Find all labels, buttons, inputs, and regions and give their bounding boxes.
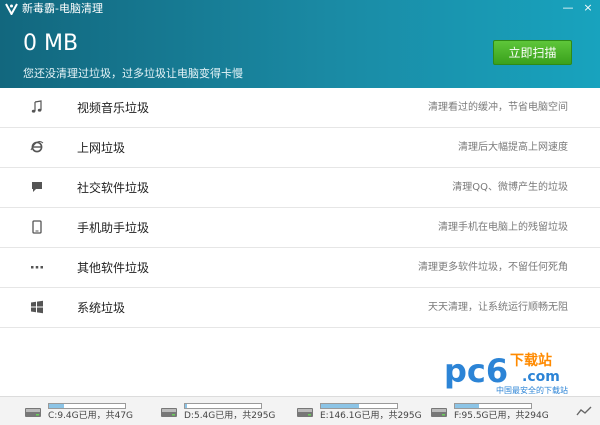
disk-usage-bar: [48, 403, 126, 409]
category-item-video-music[interactable]: 视频音乐垃圾 清理看过的缓冲，节省电脑空间: [0, 88, 600, 128]
category-label: 上网垃圾: [77, 141, 126, 155]
disk-status-bar: C:9.4G已用，共47G D:5.4G已用，共295G E:146.1G已用，…: [0, 396, 600, 425]
category-label: 社交软件垃圾: [77, 181, 150, 195]
disk-usage-fill: [185, 404, 187, 408]
disk-usage-bar: [320, 403, 398, 409]
tablet-icon: [32, 220, 42, 234]
category-item-internet[interactable]: 上网垃圾 清理后大幅提高上网速度: [0, 128, 600, 168]
disk-usage-text: C:9.4G已用，共47G: [48, 411, 134, 421]
watermark-domain: .com: [522, 369, 560, 385]
music-note-icon: [31, 100, 42, 113]
hard-drive-icon: [25, 408, 41, 417]
junk-size-value: 0 MB: [23, 31, 79, 56]
duba-logo-icon: [5, 3, 18, 15]
category-description: 清理QQ、微博产生的垃圾: [452, 182, 568, 193]
category-label: 系统垃圾: [77, 301, 126, 315]
junk-category-list: 视频音乐垃圾 清理看过的缓冲，节省电脑空间 上网垃圾 清理后大幅提高上网速度 社…: [0, 88, 600, 328]
hard-drive-icon: [297, 408, 313, 417]
category-label: 其他软件垃圾: [77, 261, 150, 275]
watermark-brand: pc6: [444, 352, 509, 390]
chat-bubble-icon: [32, 182, 42, 192]
category-description: 清理看过的缓冲，节省电脑空间: [428, 102, 568, 113]
watermark-slogan: 中国最安全的下载站: [496, 386, 568, 395]
window-title: 新毒霸-电脑清理: [22, 2, 103, 15]
category-label: 手机助手垃圾: [77, 221, 150, 235]
minimize-button[interactable]: —: [560, 1, 576, 15]
ie-browser-icon: [30, 141, 44, 153]
category-item-other-software[interactable]: 其他软件垃圾 清理更多软件垃圾，不留任何死角: [0, 248, 600, 288]
disk-usage-fill: [49, 404, 65, 408]
header-banner: 新毒霸-电脑清理 — × 0 MB 您还没清理过垃圾，过多垃圾让电脑变得卡慢 立…: [0, 0, 600, 88]
category-description: 清理后大幅提高上网速度: [458, 142, 568, 153]
scan-now-button[interactable]: 立即扫描: [493, 40, 572, 65]
category-description: 清理手机在电脑上的残留垃圾: [438, 222, 568, 233]
disk-usage-text: D:5.4G已用，共295G: [184, 411, 276, 421]
trend-chart-icon[interactable]: [576, 405, 592, 417]
disk-usage-text: E:146.1G已用，共295G: [320, 411, 422, 421]
title-bar: 新毒霸-电脑清理 — ×: [0, 0, 600, 18]
category-description: 清理更多软件垃圾，不留任何死角: [418, 262, 568, 273]
category-item-phone-assistant[interactable]: 手机助手垃圾 清理手机在电脑上的残留垃圾: [0, 208, 600, 248]
close-button[interactable]: ×: [580, 1, 596, 15]
category-item-social[interactable]: 社交软件垃圾 清理QQ、微博产生的垃圾: [0, 168, 600, 208]
status-message: 您还没清理过垃圾，过多垃圾让电脑变得卡慢: [23, 67, 243, 80]
pc6-watermark: pc6 下载站 .com 中国最安全的下载站: [444, 353, 574, 397]
disk-usage-bar: [184, 403, 262, 409]
disk-usage-fill: [455, 404, 480, 408]
windows-icon: [31, 300, 43, 314]
category-label: 视频音乐垃圾: [77, 101, 150, 115]
category-description: 天天清理，让系统运行顺畅无阻: [428, 302, 568, 313]
hard-drive-icon: [161, 408, 177, 417]
category-item-system[interactable]: 系统垃圾 天天清理，让系统运行顺畅无阻: [0, 288, 600, 328]
hard-drive-icon: [431, 408, 447, 417]
more-dots-icon: [31, 266, 43, 269]
disk-usage-bar: [454, 403, 532, 409]
disk-usage-text: F:95.5G已用，共294G: [454, 411, 549, 421]
watermark-site: 下载站: [510, 353, 552, 369]
disk-usage-fill: [321, 404, 359, 408]
